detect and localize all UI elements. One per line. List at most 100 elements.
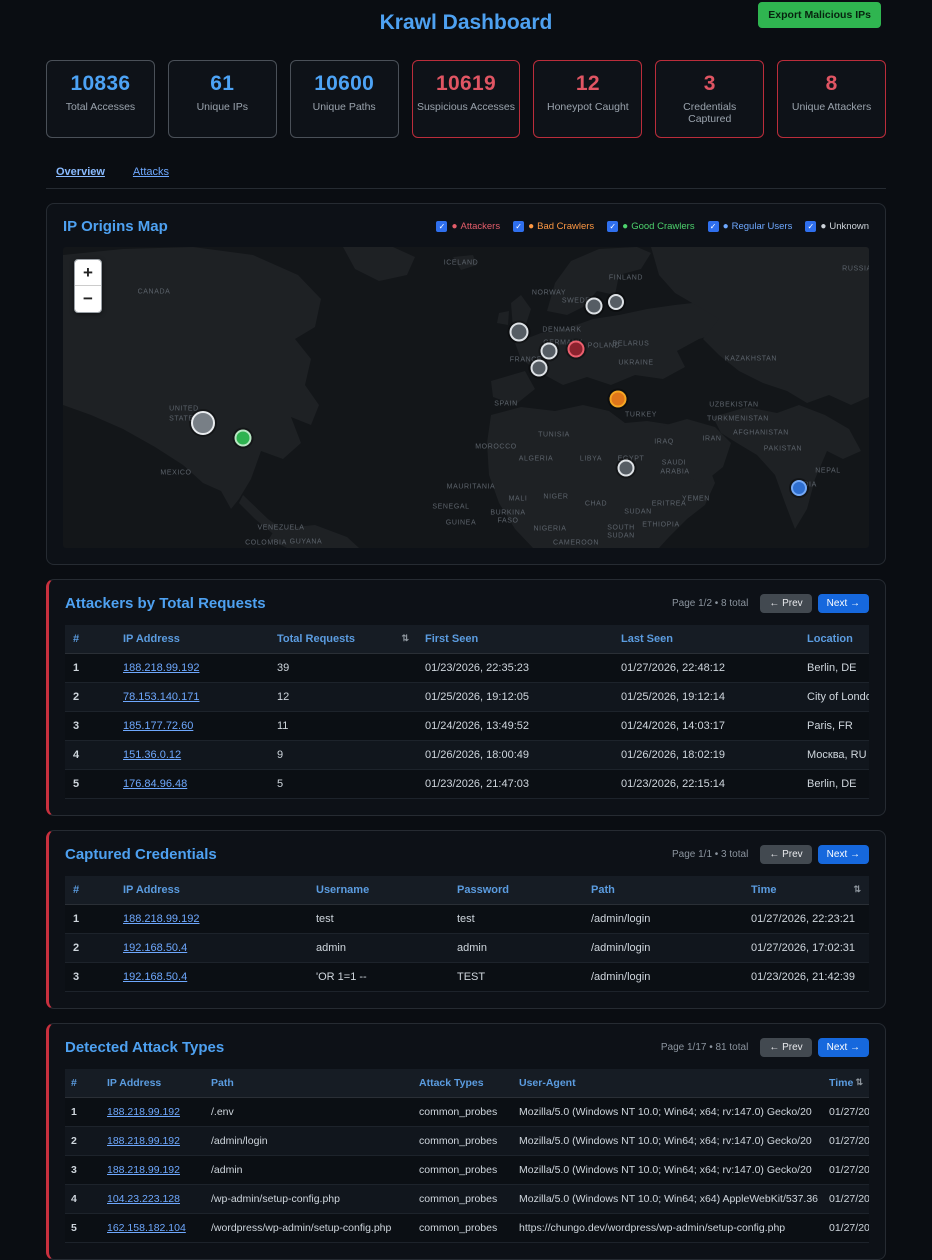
ip-address-link[interactable]: 192.168.50.4	[123, 942, 187, 954]
checkbox-checked-icon[interactable]: ✓	[708, 221, 719, 232]
table-row: 4104.23.223.128/wp-admin/setup-config.ph…	[65, 1185, 869, 1214]
legend-item-bad-crawlers[interactable]: ✓●Bad Crawlers	[513, 221, 594, 232]
map-zoom-out-button[interactable]: −	[75, 286, 101, 312]
export-malicious-ips-button[interactable]: Export Malicious IPs	[758, 2, 881, 28]
map-marker[interactable]	[618, 460, 635, 477]
ip-address-link[interactable]: 162.158.182.104	[107, 1222, 186, 1234]
legend-item-regular-users[interactable]: ✓●Regular Users	[708, 221, 793, 232]
next-page-button[interactable]: Next →	[818, 845, 869, 864]
cell-ip-address: 151.36.0.12	[115, 741, 269, 770]
column-header-num: #	[65, 1069, 101, 1098]
cell-num: 3	[65, 963, 115, 992]
map-legend: ✓●Attackers ✓●Bad Crawlers ✓●Good Crawlers…	[436, 221, 869, 232]
attackers-panel-header: Attackers by Total Requests Page 1/2 • 8…	[65, 594, 869, 613]
map-marker[interactable]	[541, 343, 558, 360]
cell-last-seen: 01/23/2026, 22:15:14	[613, 770, 799, 799]
legend-item-good-crawlers[interactable]: ✓●Good Crawlers	[607, 221, 694, 232]
sort-icon[interactable]: ⇅	[401, 633, 409, 644]
sort-icon[interactable]: ⇅	[853, 884, 861, 895]
attackers-table: #IP AddressTotal Requests⇅First SeenLast…	[65, 625, 869, 799]
column-label: Password	[457, 884, 509, 896]
table-row: 4151.36.0.12901/26/2026, 18:00:4901/26/2…	[65, 741, 869, 770]
cell-ip-address: 192.168.50.4	[115, 963, 308, 992]
map-zoom-control: + −	[74, 259, 102, 313]
table-row: 3188.218.99.192/admincommon_probesMozill…	[65, 1156, 869, 1185]
prev-page-button[interactable]: ← Prev	[760, 594, 811, 613]
stat-value: 10836	[51, 72, 150, 96]
cell-num: 1	[65, 905, 115, 934]
map-marker[interactable]	[191, 411, 215, 435]
stat-card-suspicious-accesses: 10619Suspicious Accesses	[412, 60, 521, 138]
stat-card-unique-paths: 10600Unique Paths	[290, 60, 399, 138]
cell-user-agent: Mozilla/5.0 (Windows NT 10.0; Win64; x64…	[513, 1185, 823, 1214]
map-marker[interactable]	[610, 391, 627, 408]
cell-time: 01/27/2026, 19:35:33	[823, 1214, 869, 1243]
map-panel-header: IP Origins Map ✓●Attackers✓●Bad Crawlers…	[63, 218, 869, 235]
ip-address-link[interactable]: 104.23.223.128	[107, 1193, 180, 1205]
checkbox-checked-icon[interactable]: ✓	[805, 221, 816, 232]
cell-location: Berlin, DE	[799, 770, 869, 799]
ip-address-link[interactable]: 188.218.99.192	[107, 1135, 180, 1147]
column-label: First Seen	[425, 633, 478, 645]
column-header-num: #	[65, 876, 115, 905]
cell-attack-types: common_probes	[413, 1156, 513, 1185]
cell-path: /wp-admin/setup-config.php	[205, 1185, 413, 1214]
cell-attack-types: common_probes	[413, 1185, 513, 1214]
cell-user-agent: https://chungo.dev/wordpress/wp-admin/se…	[513, 1214, 823, 1243]
prev-page-button[interactable]: ← Prev	[760, 845, 811, 864]
cell-location: Paris, FR	[799, 712, 869, 741]
stat-value: 8	[782, 72, 881, 96]
cell-path: /wordpress/wp-admin/setup-config.php	[205, 1214, 413, 1243]
ip-address-link[interactable]: 188.218.99.192	[123, 662, 199, 674]
ip-address-link[interactable]: 188.218.99.192	[123, 913, 199, 925]
world-map[interactable]: + − ICELANDCANADARUSSIANORWAYSWEDENFINLA…	[63, 247, 869, 548]
stat-card-total-accesses: 10836Total Accesses	[46, 60, 155, 138]
ip-address-link[interactable]: 188.218.99.192	[107, 1106, 180, 1118]
checkbox-checked-icon[interactable]: ✓	[436, 221, 447, 232]
ip-address-link[interactable]: 78.153.140.171	[123, 691, 199, 703]
map-marker[interactable]	[568, 341, 585, 358]
column-header-location: Location	[799, 625, 869, 654]
table-row: 3185.177.72.601101/24/2026, 13:49:5201/2…	[65, 712, 869, 741]
stat-value: 61	[173, 72, 272, 96]
ip-address-link[interactable]: 151.36.0.12	[123, 749, 181, 761]
next-page-button[interactable]: Next →	[818, 1038, 869, 1057]
prev-page-button[interactable]: ← Prev	[760, 1038, 811, 1057]
map-marker[interactable]	[510, 323, 529, 342]
map-marker[interactable]	[586, 298, 603, 315]
header-row: #IP AddressPathAttack TypesUser-AgentTim…	[65, 1069, 869, 1098]
table-row: 3192.168.50.4'OR 1=1 --TEST/admin/login0…	[65, 963, 869, 992]
checkbox-checked-icon[interactable]: ✓	[513, 221, 524, 232]
sort-icon[interactable]: ⇅	[855, 1077, 863, 1088]
column-header-total-requests: Total Requests⇅	[269, 625, 417, 654]
map-marker[interactable]	[791, 480, 807, 496]
cell-num: 5	[65, 1214, 101, 1243]
legend-item-unknown[interactable]: ✓●Unknown	[805, 221, 869, 232]
legend-label: Attackers	[460, 221, 500, 232]
legend-item-attackers[interactable]: ✓●Attackers	[436, 221, 500, 232]
table-body: 1188.218.99.1923901/23/2026, 22:35:2301/…	[65, 654, 869, 799]
ip-address-link[interactable]: 176.84.96.48	[123, 778, 187, 790]
credentials-panel: Captured Credentials Page 1/1 • 3 total …	[46, 830, 886, 1009]
ip-address-link[interactable]: 185.177.72.60	[123, 720, 193, 732]
table-head: #IP AddressPathAttack TypesUser-AgentTim…	[65, 1069, 869, 1098]
checkbox-checked-icon[interactable]: ✓	[607, 221, 618, 232]
next-page-button[interactable]: Next →	[818, 594, 869, 613]
tab-overview[interactable]: Overview	[56, 166, 105, 178]
credentials-table: #IP AddressUsernamePasswordPathTime⇅1188…	[65, 876, 869, 992]
cell-first-seen: 01/23/2026, 22:35:23	[417, 654, 613, 683]
ip-address-link[interactable]: 188.218.99.192	[107, 1164, 180, 1176]
column-header-ip-address: IP Address	[115, 625, 269, 654]
table-row: 5 162.158.182.104/wordpress/wp-admin/setu…	[65, 1214, 869, 1243]
cell-last-seen: 01/27/2026, 22:48:12	[613, 654, 799, 683]
column-header-first-seen: First Seen	[417, 625, 613, 654]
tab-attacks[interactable]: Attacks	[133, 166, 169, 178]
map-marker[interactable]	[531, 360, 548, 377]
map-zoom-in-button[interactable]: +	[75, 260, 101, 286]
cell-ip-address: 188.218.99.192	[101, 1127, 205, 1156]
ip-address-link[interactable]: 192.168.50.4	[123, 971, 187, 983]
map-marker[interactable]	[235, 430, 252, 447]
column-label: #	[71, 1077, 77, 1089]
map-marker[interactable]	[608, 294, 624, 310]
cell-total-requests: 9	[269, 741, 417, 770]
